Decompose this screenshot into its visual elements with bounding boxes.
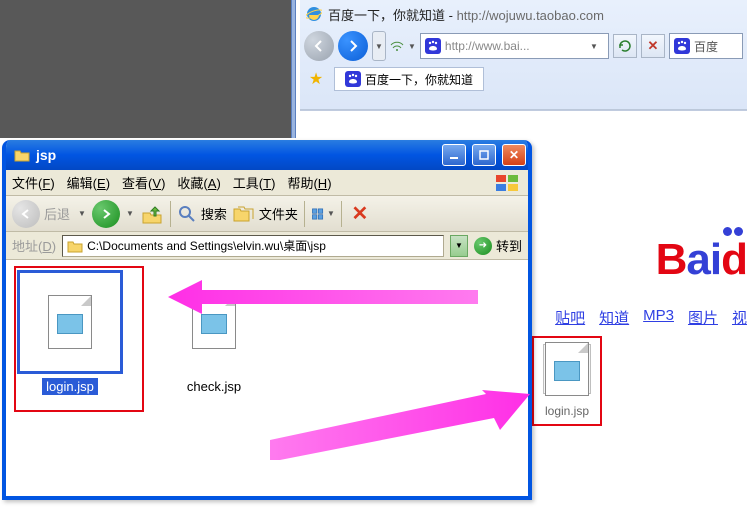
nav-forward-button[interactable] <box>338 31 368 61</box>
file-item-login[interactable]: login.jsp <box>16 270 124 396</box>
folder-icon <box>67 238 83 254</box>
toolbar-forward-button[interactable] <box>92 200 120 228</box>
menu-favorites[interactable]: 收藏(A) <box>177 173 220 192</box>
explorer-titlebar[interactable]: jsp ✕ <box>6 140 528 170</box>
dragged-file-target[interactable]: login.jsp <box>532 336 602 426</box>
refresh-button[interactable] <box>613 34 637 58</box>
baidu-link-video[interactable]: 视 <box>732 307 747 328</box>
toolbar-views-button[interactable]: ▼ <box>311 202 335 226</box>
explorer-title: jsp <box>36 147 56 163</box>
nav-back-button[interactable] <box>304 31 334 61</box>
baidu-nav-links: 贴吧 知道 MP3 图片 视 <box>555 307 747 328</box>
baidu-link-tieba[interactable]: 贴吧 <box>555 307 585 328</box>
explorer-toolbar: 后退▼ ▼ 搜索 文件夹 ▼ ✕ <box>6 196 528 232</box>
file-icon <box>543 344 591 394</box>
wifi-dropdown[interactable]: ▼ <box>408 42 416 51</box>
search-box-label: 百度 <box>694 38 718 55</box>
windows-flag-icon <box>494 173 522 193</box>
address-dropdown[interactable]: ▼ <box>590 42 604 51</box>
close-button[interactable]: ✕ <box>502 144 526 166</box>
explorer-address-bar: 地址(D) C:\Documents and Settings\elvin.wu… <box>6 232 528 260</box>
ie-window-title: 百度一下，你就知道 - http://wojuwu.taobao.com <box>328 5 604 24</box>
toolbar-folders-button[interactable]: 文件夹 <box>233 204 298 224</box>
menu-edit[interactable]: 编辑(E) <box>67 173 110 192</box>
search-icon <box>177 204 197 224</box>
address-bar[interactable]: http://www.bai... ▼ <box>420 33 609 59</box>
ie-browser-chrome: 百度一下，你就知道 - http://wojuwu.taobao.com ▼ ▼… <box>300 0 747 110</box>
ie-titlebar[interactable]: 百度一下，你就知道 - http://wojuwu.taobao.com <box>300 0 747 28</box>
tab-label: 百度一下，你就知道 <box>365 71 473 88</box>
ie-navbar: ▼ ▼ http://www.bai... ▼ ✕ 百度 <box>300 28 747 64</box>
menu-file[interactable]: 文件(F) <box>12 173 55 192</box>
favorites-star-button[interactable]: ★ <box>304 67 328 91</box>
baidu-tab-favicon <box>345 71 361 87</box>
explorer-window: jsp ✕ 文件(F) 编辑(E) 查看(V) 收藏(A) 工具(T) 帮助(H… <box>2 140 532 500</box>
jsp-file-icon <box>48 295 92 349</box>
panel-resize-border[interactable] <box>291 0 296 138</box>
baidu-link-mp3[interactable]: MP3 <box>643 307 674 328</box>
ie-tab-strip: ★ 百度一下，你就知道 <box>300 64 747 94</box>
folders-icon <box>233 204 255 224</box>
toolbar-delete-button[interactable]: ✕ <box>348 202 372 226</box>
minimize-button[interactable] <box>442 144 466 166</box>
folder-icon <box>14 147 30 163</box>
stop-button[interactable]: ✕ <box>641 34 665 58</box>
file-item-check[interactable]: check.jsp <box>160 270 268 396</box>
file-label: check.jsp <box>183 378 245 395</box>
ie-logo-icon <box>306 6 322 22</box>
jsp-file-icon <box>192 295 236 349</box>
file-label: login.jsp <box>534 404 600 418</box>
wifi-icon <box>390 40 404 52</box>
background-panel <box>0 0 296 138</box>
baidu-search-favicon <box>674 38 690 54</box>
menu-tools[interactable]: 工具(T) <box>233 173 276 192</box>
baidu-logo: Baid <box>656 235 747 285</box>
address-path: C:\Documents and Settings\elvin.wu\桌面\js… <box>87 237 326 254</box>
address-input[interactable]: C:\Documents and Settings\elvin.wu\桌面\js… <box>62 235 444 257</box>
toolbar-search-button[interactable]: 搜索 <box>177 204 227 224</box>
baidu-link-image[interactable]: 图片 <box>688 307 718 328</box>
address-label: 地址(D) <box>12 236 56 255</box>
menu-help[interactable]: 帮助(H) <box>287 173 331 192</box>
toolbar-up-button[interactable] <box>140 202 164 226</box>
search-box[interactable]: 百度 <box>669 33 743 59</box>
nav-history-dropdown[interactable]: ▼ <box>372 31 386 61</box>
forward-dropdown[interactable]: ▼ <box>126 209 134 218</box>
address-text: http://www.bai... <box>445 39 530 53</box>
go-button[interactable]: ➜转到 <box>474 236 522 255</box>
baidu-favicon <box>425 38 441 54</box>
explorer-file-pane[interactable]: login.jsp check.jsp <box>6 260 528 496</box>
toolbar-back-button[interactable]: 后退▼ <box>12 200 86 228</box>
tab-baidu[interactable]: 百度一下，你就知道 <box>334 67 484 91</box>
address-dropdown[interactable]: ▼ <box>450 235 468 257</box>
file-label: login.jsp <box>42 378 98 395</box>
baidu-link-zhidao[interactable]: 知道 <box>599 307 629 328</box>
menu-view[interactable]: 查看(V) <box>122 173 165 192</box>
explorer-menubar: 文件(F) 编辑(E) 查看(V) 收藏(A) 工具(T) 帮助(H) <box>6 170 528 196</box>
maximize-button[interactable] <box>472 144 496 166</box>
